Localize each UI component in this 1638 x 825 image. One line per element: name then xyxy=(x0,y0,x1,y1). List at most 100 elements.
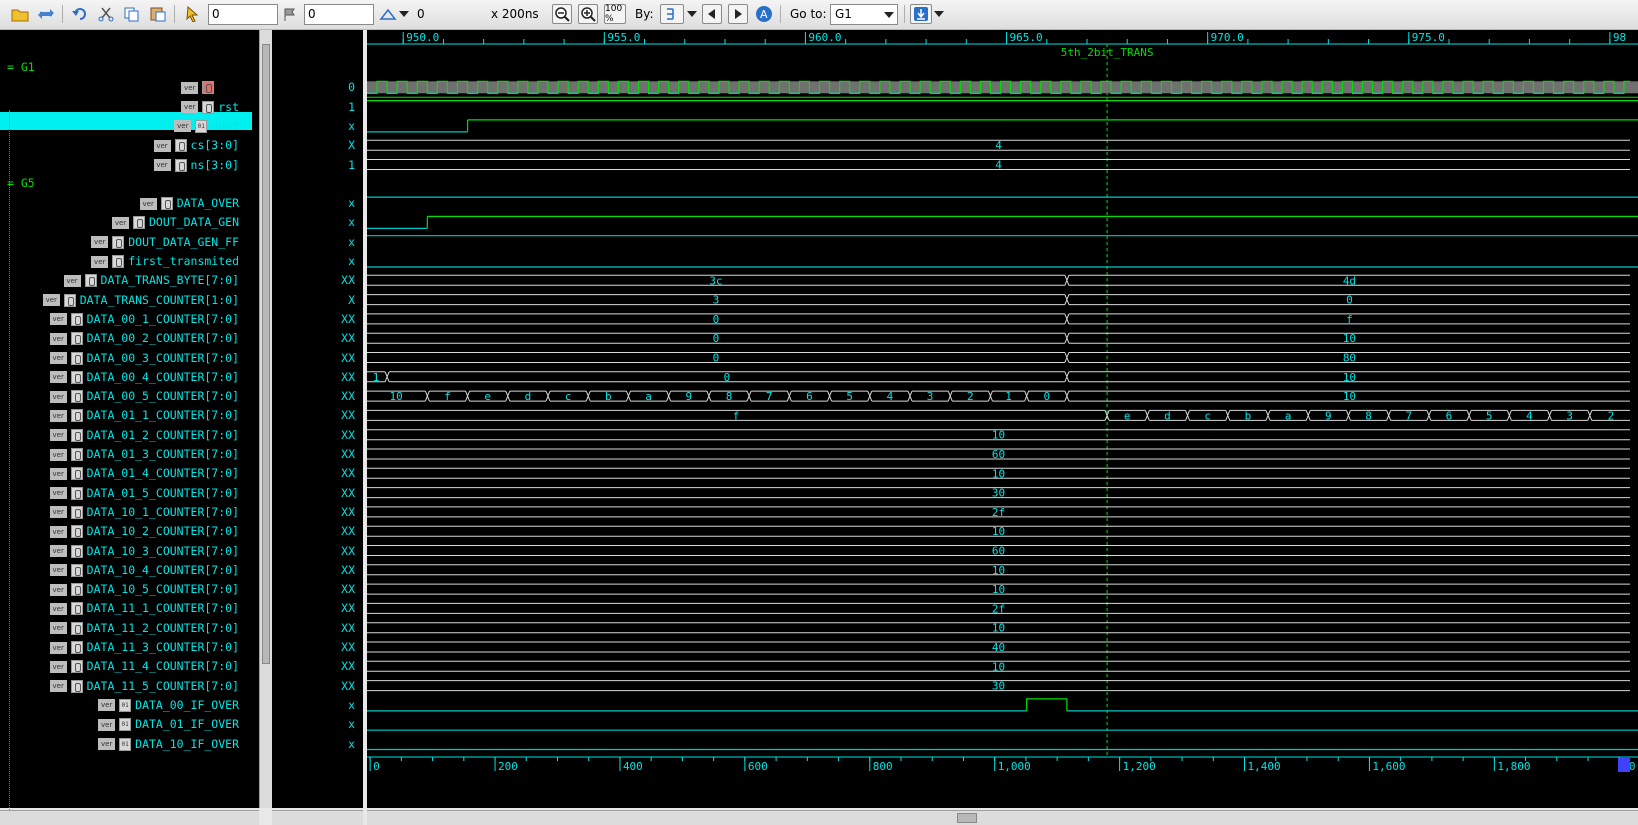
signal-icon xyxy=(202,100,215,114)
cursor-time-input[interactable]: 0 xyxy=(208,4,278,25)
signal-name: DATA_10_2_COUNTER[7:0] xyxy=(86,524,239,539)
signal-row[interactable]: ver 01 DATA_10_IF_OVER xyxy=(98,736,239,753)
scrollbar-thumb[interactable] xyxy=(957,813,977,823)
open-folder-icon[interactable] xyxy=(10,4,30,24)
bus-value-label: 5 xyxy=(1486,409,1493,422)
signal-row[interactable]: ver 01 DATA_01_IF_OVER xyxy=(98,716,239,733)
paste-icon[interactable] xyxy=(148,4,168,24)
goto-select[interactable]: G1 xyxy=(830,4,898,25)
marker-time-input[interactable]: 0 xyxy=(304,4,374,25)
signal-row[interactable]: ver DATA_01_1_COUNTER[7:0] xyxy=(49,407,239,424)
signal-row[interactable]: ver DATA_11_2_COUNTER[7:0] xyxy=(49,620,239,637)
signal-row[interactable]: ver DATA_01_3_COUNTER[7:0] xyxy=(49,446,239,463)
goto-selected-value: G1 xyxy=(835,7,852,21)
signal-row[interactable]: ver DATA_11_4_COUNTER[7:0] xyxy=(49,658,239,675)
pointer-icon[interactable] xyxy=(182,4,202,24)
waveform-panel[interactable]: 950.0 955.0 960.0 965.0 970.0 975.0 98 5th_2bit… xyxy=(367,30,1638,808)
bus-value-label: 10 xyxy=(992,622,1005,635)
verilog-badge-icon: ver xyxy=(111,216,129,229)
signal-row[interactable]: ver DOUT_DATA_GEN xyxy=(111,214,239,231)
reload-icon[interactable] xyxy=(36,4,56,24)
search-backward-icon[interactable] xyxy=(702,4,722,24)
signal-row[interactable]: ver DATA_10_5_COUNTER[7:0] xyxy=(49,581,239,598)
signal-row[interactable]: ver DATA_10_3_COUNTER[7:0] xyxy=(49,543,239,560)
signal-row[interactable]: ver DATA_00_2_COUNTER[7:0] xyxy=(49,330,239,347)
marker-flag-icon[interactable] xyxy=(280,4,300,24)
signal-row[interactable]: ver cs[3:0] xyxy=(153,137,239,154)
bus-transition xyxy=(1225,410,1231,421)
signal-row[interactable]: ver 01 DATA_00_IF_OVER xyxy=(98,697,239,714)
signal-row[interactable]: ver DATA_TRANS_BYTE[7:0] xyxy=(63,272,239,289)
signal-row[interactable]: ver clk xyxy=(181,79,239,96)
bus-value-label: 10 xyxy=(992,467,1005,480)
verilog-badge-icon: ver xyxy=(174,120,192,133)
signal-row[interactable]: ver DATA_OVER xyxy=(139,195,239,212)
signal-row[interactable]: ver DATA_10_1_COUNTER[7:0] xyxy=(49,504,239,521)
signal-row[interactable]: ver DATA_00_1_COUNTER[7:0] xyxy=(49,311,239,328)
signal-row[interactable]: ver 01 dout xyxy=(174,118,239,135)
signal-row[interactable]: ver DATA_01_5_COUNTER[7:0] xyxy=(49,485,239,502)
signal-row[interactable]: ver DATA_11_1_COUNTER[7:0] xyxy=(49,600,239,617)
signal-row[interactable]: ver rst xyxy=(181,99,239,116)
signal-row[interactable]: ver DATA_01_4_COUNTER[7:0] xyxy=(49,465,239,482)
value-panel-hscrollbar[interactable] xyxy=(272,810,363,825)
bus-value-label: 3 xyxy=(713,294,720,307)
signal-row[interactable]: ver DATA_00_3_COUNTER[7:0] xyxy=(49,350,239,367)
signal-icon xyxy=(63,293,76,307)
signal-row[interactable]: ver DATA_10_2_COUNTER[7:0] xyxy=(49,523,239,540)
signal-row[interactable]: ver DOUT_DATA_GEN_FF xyxy=(91,234,239,251)
signal-row[interactable]: ver DATA_00_4_COUNTER[7:0] xyxy=(49,369,239,386)
delta-icon[interactable] xyxy=(378,4,398,24)
search-by-signal-icon[interactable] xyxy=(660,4,684,24)
bus-value-label: 6 xyxy=(806,390,813,403)
signal-row[interactable]: ver first_transmited xyxy=(91,253,239,270)
zoom-out-icon[interactable] xyxy=(552,4,572,24)
bus-value-label: 3 xyxy=(927,390,934,403)
toolbar: 0 0 0 x 200ns 100 % By: A Go to: G1 xyxy=(0,0,1638,30)
group-label[interactable]: = G5 xyxy=(7,176,35,190)
verilog-badge-icon: ver xyxy=(153,139,171,152)
signal-name: DATA_01_3_COUNTER[7:0] xyxy=(86,447,239,461)
signal-row[interactable]: ver DATA_TRANS_COUNTER[1:0] xyxy=(42,292,239,309)
bus-value-label: 0 xyxy=(1346,294,1353,307)
name-panel-scrollbar[interactable] xyxy=(259,30,272,808)
group-label[interactable]: = G1 xyxy=(7,60,35,74)
signal-value: XX xyxy=(341,311,355,326)
signal-icon xyxy=(70,448,83,461)
zoom-in-icon[interactable] xyxy=(578,4,598,24)
auto-update-icon[interactable]: A xyxy=(754,4,774,24)
bus-value-label: 8 xyxy=(1365,409,1372,422)
zoom-100-button[interactable]: 100 % xyxy=(604,4,626,24)
signal-icon xyxy=(70,583,83,597)
signal-name: DATA_00_1_COUNTER[7:0] xyxy=(86,311,239,326)
signal-row[interactable]: ver DATA_10_4_COUNTER[7:0] xyxy=(49,562,239,579)
verilog-badge-icon: ver xyxy=(49,487,67,500)
scrollbar-thumb[interactable] xyxy=(262,44,270,664)
copy-icon[interactable] xyxy=(122,4,142,24)
waveform-canvas[interactable]: 950.0 955.0 960.0 965.0 970.0 975.0 985th_2bit… xyxy=(367,30,1638,808)
search-forward-icon[interactable] xyxy=(728,4,748,24)
chevron-down-icon[interactable] xyxy=(686,4,698,24)
pulse-high xyxy=(1026,698,1068,711)
signal-row[interactable]: ver DATA_11_5_COUNTER[7:0] xyxy=(49,678,239,695)
download-icon[interactable] xyxy=(910,4,932,24)
bus-value-label: 4 xyxy=(995,159,1002,172)
waveform-hscrollbar[interactable] xyxy=(367,810,1638,825)
signal-row[interactable]: ver DATA_01_2_COUNTER[7:0] xyxy=(49,427,239,444)
verilog-badge-icon: ver xyxy=(49,602,67,615)
signal-icon xyxy=(70,660,83,674)
chevron-down-icon[interactable] xyxy=(398,4,410,24)
verilog-badge-icon: ver xyxy=(49,448,67,461)
signal-row[interactable]: ver DATA_11_3_COUNTER[7:0] xyxy=(49,639,239,656)
signal-row[interactable]: ver DATA_00_5_COUNTER[7:0] xyxy=(49,388,239,405)
overview-label: 1,600 xyxy=(1372,760,1405,773)
signal-row[interactable]: ver ns[3:0] xyxy=(153,157,239,174)
signal-name-panel[interactable]: = G1 = G5 ver clk ver rst ver 01 dout ver cs[3:0] v… xyxy=(0,30,259,810)
name-panel-hscrollbar[interactable] xyxy=(0,810,259,825)
chevron-down-icon[interactable] xyxy=(933,4,945,24)
signal-icon xyxy=(70,390,83,404)
verilog-badge-icon: ver xyxy=(49,352,67,364)
cut-icon[interactable] xyxy=(96,4,116,24)
signal-name: dout xyxy=(211,118,239,133)
undo-icon[interactable] xyxy=(70,4,90,24)
